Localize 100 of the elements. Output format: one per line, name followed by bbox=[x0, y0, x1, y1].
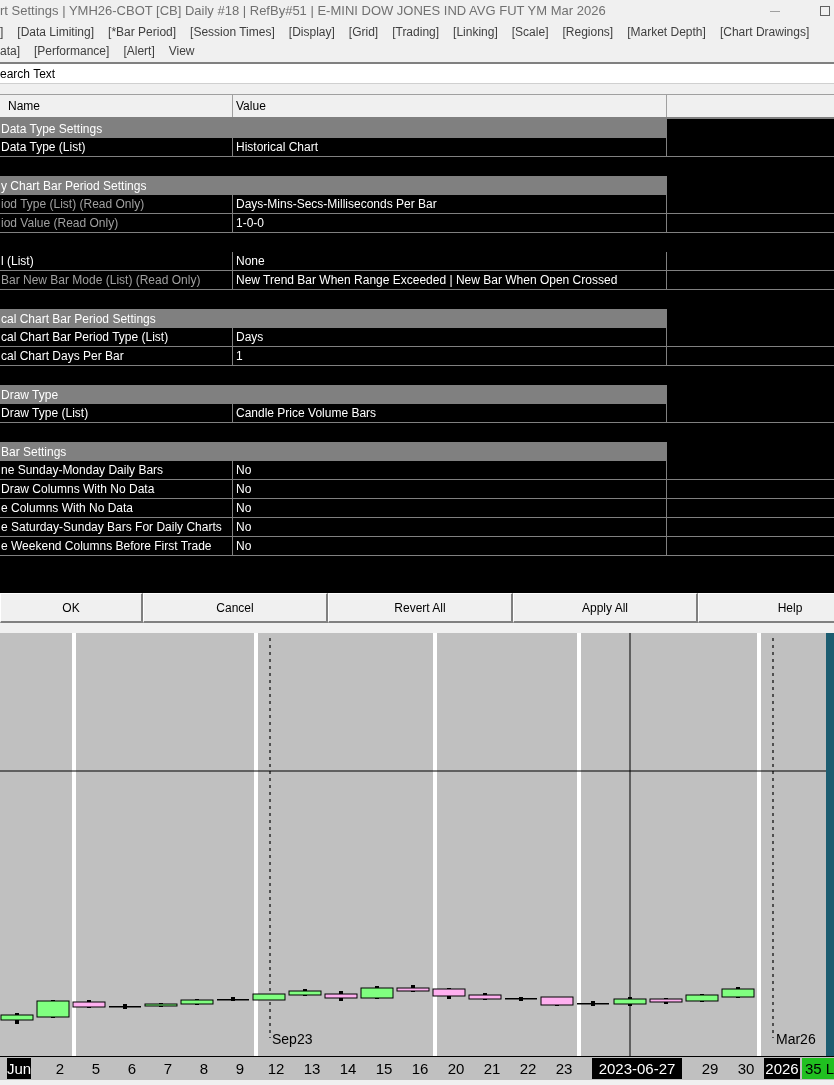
axis-label: 14 bbox=[338, 1059, 358, 1079]
dialog-button[interactable]: Help bbox=[698, 593, 834, 623]
settings-tab[interactable]: ] bbox=[0, 22, 4, 41]
section-header[interactable]: cal Chart Bar Period Settings bbox=[0, 309, 667, 328]
settings-tab[interactable]: [Alert] bbox=[123, 41, 155, 60]
axis-label: 30 bbox=[736, 1059, 756, 1079]
candlestick bbox=[324, 991, 358, 1001]
candlestick bbox=[649, 998, 683, 1004]
setting-name[interactable]: cal Chart Days Per Bar bbox=[0, 347, 233, 365]
settings-tab[interactable]: [Market Depth] bbox=[627, 22, 706, 41]
dialog-button[interactable]: Revert All bbox=[328, 593, 513, 623]
axis-label: 2023-06-27 bbox=[592, 1058, 682, 1079]
settings-tab[interactable]: [Linking] bbox=[453, 22, 498, 41]
candlestick bbox=[288, 989, 322, 996]
section-header[interactable]: Draw Type bbox=[0, 385, 667, 404]
candlestick bbox=[577, 1001, 609, 1006]
settings-tab[interactable]: [Session Times] bbox=[190, 22, 275, 41]
axis-label: 21 bbox=[482, 1059, 502, 1079]
setting-name[interactable]: Draw Type (List) bbox=[0, 404, 233, 422]
candlestick bbox=[432, 988, 466, 999]
axis-label: 15 bbox=[374, 1059, 394, 1079]
settings-tab[interactable]: [Display] bbox=[288, 22, 335, 41]
candlestick bbox=[396, 985, 430, 992]
settings-tab[interactable]: [Performance] bbox=[34, 41, 110, 60]
setting-value[interactable]: No bbox=[233, 537, 667, 555]
column-header[interactable]: Value bbox=[233, 95, 667, 117]
setting-name[interactable]: Draw Columns With No Data bbox=[0, 480, 233, 498]
candlestick bbox=[109, 1004, 141, 1009]
dialog-button[interactable]: OK bbox=[0, 593, 143, 623]
setting-value[interactable]: None bbox=[233, 252, 667, 270]
setting-value[interactable]: Days-Mins-Secs-Milliseconds Per Bar bbox=[233, 195, 667, 213]
setting-name[interactable]: Data Type (List) bbox=[0, 138, 233, 156]
axis-label: 6 bbox=[126, 1059, 138, 1079]
axis-label: 20 bbox=[446, 1059, 466, 1079]
section-header[interactable]: Bar Settings bbox=[0, 442, 667, 461]
settings-tab[interactable]: [Trading] bbox=[392, 22, 440, 41]
setting-name[interactable]: cal Chart Bar Period Type (List) bbox=[0, 328, 233, 346]
window-title: rt Settings | YMH26-CBOT [CB] Daily #18 | RefBy#51 | E-MINI DOW JONES IND AVG FUT YM Mar 2026 bbox=[0, 2, 606, 21]
settings-tab[interactable]: View bbox=[168, 41, 195, 60]
settings-tab[interactable]: ata] bbox=[0, 41, 20, 60]
position-badge: 35 L bbox=[802, 1058, 834, 1079]
setting-value[interactable]: 1 bbox=[233, 347, 667, 365]
maximize-icon[interactable] bbox=[820, 6, 830, 16]
marker-label: Sep23 bbox=[272, 1032, 313, 1046]
setting-value[interactable]: No bbox=[233, 461, 667, 479]
marker-label: Mar26 bbox=[776, 1032, 816, 1046]
axis-label: Jun bbox=[7, 1058, 31, 1079]
setting-value[interactable]: No bbox=[233, 518, 667, 536]
setting-name[interactable]: e Saturday-Sunday Bars For Daily Charts bbox=[0, 518, 233, 536]
axis-label: 8 bbox=[198, 1059, 210, 1079]
setting-name[interactable]: e Columns With No Data bbox=[0, 499, 233, 517]
setting-name[interactable]: e Weekend Columns Before First Trade bbox=[0, 537, 233, 555]
settings-tab[interactable]: [Scale] bbox=[511, 22, 549, 41]
setting-value[interactable]: New Trend Bar When Range Exceeded | New Bar When Open Crossed bbox=[233, 271, 667, 289]
candlestick bbox=[721, 987, 755, 998]
setting-value[interactable]: No bbox=[233, 499, 667, 517]
candlestick bbox=[540, 996, 574, 1006]
setting-name[interactable]: l (List) bbox=[0, 252, 233, 270]
axis-label: 7 bbox=[162, 1059, 174, 1079]
candlestick bbox=[36, 1000, 70, 1018]
axis-label: 2 bbox=[54, 1059, 66, 1079]
setting-value[interactable]: Candle Price Volume Bars bbox=[233, 404, 667, 422]
section-header[interactable]: y Chart Bar Period Settings bbox=[0, 176, 667, 195]
candlestick bbox=[0, 1013, 34, 1024]
settings-tab[interactable]: [Grid] bbox=[348, 22, 379, 41]
setting-value[interactable]: Days bbox=[233, 328, 667, 346]
axis-label: 5 bbox=[90, 1059, 102, 1079]
settings-tab[interactable]: [Regions] bbox=[562, 22, 614, 41]
axis-label: 9 bbox=[234, 1059, 246, 1079]
candlestick bbox=[252, 993, 286, 1001]
axis-label: 12 bbox=[266, 1059, 286, 1079]
setting-name[interactable]: Bar New Bar Mode (List) (Read Only) bbox=[0, 271, 233, 289]
dialog-button[interactable]: Cancel bbox=[143, 593, 328, 623]
axis-label: 13 bbox=[302, 1059, 322, 1079]
candlestick bbox=[505, 997, 537, 1001]
candlestick bbox=[217, 997, 249, 1001]
settings-tab[interactable]: [Chart Drawings] bbox=[719, 22, 810, 41]
candlestick bbox=[360, 986, 394, 999]
setting-name[interactable]: iod Value (Read Only) bbox=[0, 214, 233, 232]
setting-name[interactable]: iod Type (List) (Read Only) bbox=[0, 195, 233, 213]
candlestick bbox=[468, 993, 502, 1000]
setting-value[interactable]: 1-0-0 bbox=[233, 214, 667, 232]
section-header[interactable]: Data Type Settings bbox=[0, 119, 667, 138]
axis-label: 29 bbox=[700, 1059, 720, 1079]
setting-name[interactable]: ne Sunday-Monday Daily Bars bbox=[0, 461, 233, 479]
axis-label: 23 bbox=[554, 1059, 574, 1079]
search-field[interactable]: earch Text bbox=[0, 64, 834, 84]
candlestick bbox=[180, 999, 214, 1005]
axis-label: 22 bbox=[518, 1059, 538, 1079]
setting-value[interactable]: No bbox=[233, 480, 667, 498]
dialog-button[interactable]: Apply All bbox=[513, 593, 698, 623]
column-header[interactable]: Name bbox=[0, 95, 233, 117]
candlestick bbox=[144, 1003, 178, 1007]
candlestick bbox=[685, 994, 719, 1002]
setting-value[interactable]: Historical Chart bbox=[233, 138, 667, 156]
candlestick bbox=[72, 1000, 106, 1008]
settings-tab[interactable]: [*Bar Period] bbox=[108, 22, 177, 41]
settings-tab[interactable]: [Data Limiting] bbox=[17, 22, 95, 41]
axis-label: 2026 bbox=[764, 1058, 800, 1079]
axis-label: 16 bbox=[410, 1059, 430, 1079]
